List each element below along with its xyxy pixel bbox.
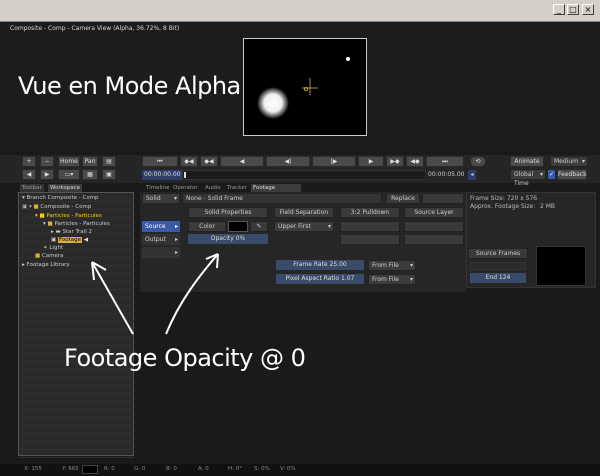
status-a: A: 0 xyxy=(198,466,209,472)
arrow-left-line xyxy=(91,261,134,335)
status-g: G: 0 xyxy=(134,466,146,472)
status-h: H: 0° xyxy=(228,466,242,472)
caption-footage-opacity: Footage Opacity @ 0 xyxy=(64,344,306,372)
annotation-overlay xyxy=(91,253,219,335)
status-x: X: 155 xyxy=(24,466,42,472)
status-y: Y: 665 xyxy=(62,466,79,472)
status-s: S: 0% xyxy=(254,466,270,472)
status-v: V: 0% xyxy=(280,466,296,472)
status-b: B: 0 xyxy=(166,466,177,472)
status-r: R: 0 xyxy=(104,466,115,472)
arrow-right-line xyxy=(165,253,219,335)
color-sample-swatch xyxy=(82,465,98,474)
